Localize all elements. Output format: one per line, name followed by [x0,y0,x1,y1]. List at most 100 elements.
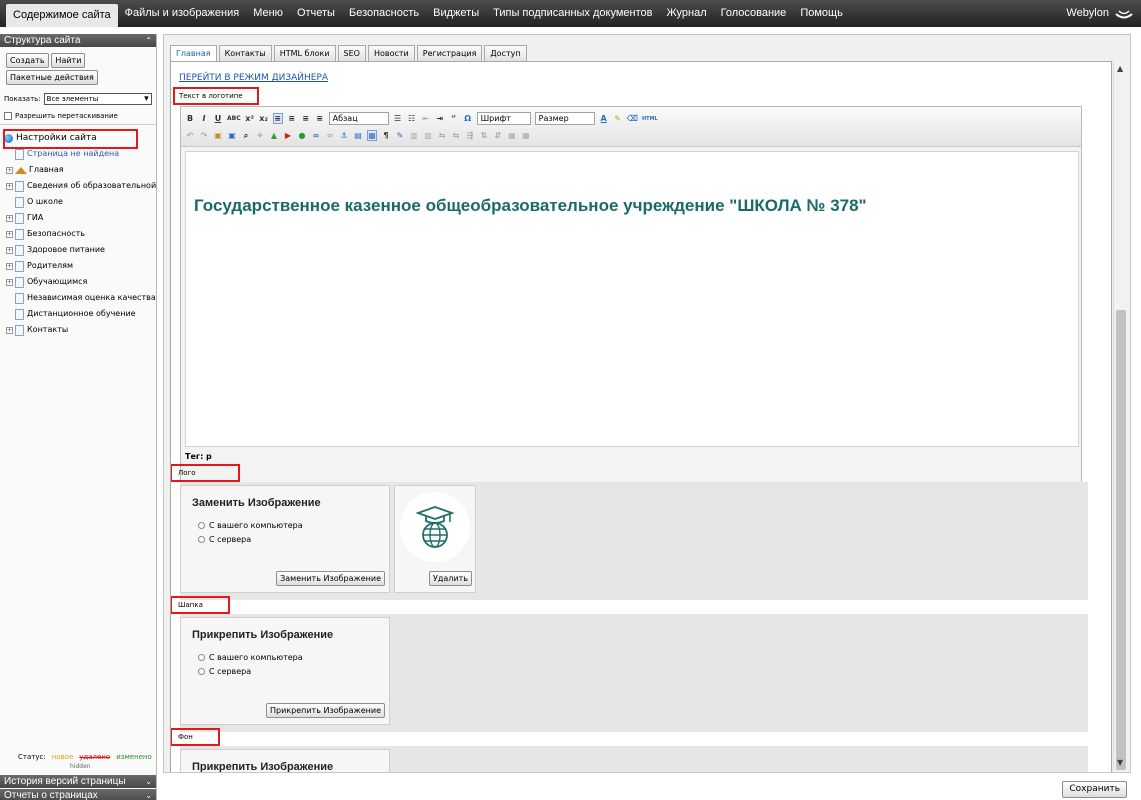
tab-news[interactable]: Новости [367,45,415,61]
vertical-scrollbar[interactable]: ▲ ▼ [1113,60,1127,772]
replace-image-button[interactable]: Заменить Изображение [276,571,385,586]
table-icon[interactable]: ▥ [409,131,419,140]
eraser-icon[interactable]: ⌫ [627,114,638,123]
tree-item-distance[interactable]: Дистанционное обучение [6,306,156,322]
align-left-button[interactable]: ≡ [272,113,283,124]
find-button[interactable]: Найти [51,53,86,68]
paste-word-icon[interactable]: ▣ [227,131,237,140]
menu-site-content[interactable]: Содержимое сайта [6,4,118,27]
anchor-icon[interactable]: ⚓ [339,131,349,140]
menu-files-images[interactable]: Файлы и изображения [118,0,247,27]
drag-checkbox[interactable] [4,112,12,120]
menu-menu[interactable]: Меню [246,0,290,27]
tab-registration[interactable]: Регистрация [416,45,483,61]
source-icon[interactable]: ▤ [353,131,363,140]
youtube-icon[interactable]: ▶ [283,131,293,140]
tab-access[interactable]: Доступ [484,45,527,61]
paste-icon[interactable]: ▣ [213,131,223,140]
outdent-icon[interactable]: ⇤ [421,114,431,123]
html-icon[interactable]: HTML [642,116,658,122]
tree-item-about[interactable]: О школе [6,194,156,210]
expand-icon[interactable]: + [6,262,13,270]
menu-journal[interactable]: Журнал [659,0,713,27]
table-cell-icon[interactable]: ⇅ [479,131,489,140]
size-select[interactable]: Размер [534,112,595,125]
find-replace-icon[interactable]: ⌕ [241,131,251,141]
strike-button[interactable]: ABC [227,115,241,122]
batch-actions-button[interactable]: Пакетные действия [6,70,98,85]
special-char-icon[interactable]: Ω [463,114,473,123]
bold-button[interactable]: B [185,114,195,123]
table-merge-icon[interactable]: ⇆ [451,131,461,140]
tree-item-quality[interactable]: Независимая оценка качества [6,290,156,306]
font-select[interactable]: Шрифт [476,112,531,125]
unlink-icon[interactable]: ∞ [325,131,335,140]
show-select[interactable]: Все элементы ▾ [43,93,152,105]
tab-seo[interactable]: SEO [337,45,366,61]
expand-icon[interactable]: + [6,214,13,222]
scrollbar-thumb[interactable] [1116,310,1126,770]
table-col-icon[interactable]: ⇆ [437,131,447,140]
sidebar-header[interactable]: Структура сайта ⌃ [0,34,156,47]
reports-panel-header[interactable]: Отчеты о страницах ⌄ [0,789,156,800]
table-split-icon[interactable]: ⇶ [465,131,475,140]
expand-icon[interactable]: + [6,326,13,334]
table-del-icon[interactable]: ⇵ [493,131,503,140]
indent-icon[interactable]: ⇥ [435,114,445,123]
expand-icon[interactable]: + [6,246,13,254]
tree-item-healthy-food[interactable]: + Здоровое питание [6,242,156,258]
menu-reports[interactable]: Отчеты [290,0,342,27]
attach-image-button[interactable]: Прикрепить Изображение [266,703,385,718]
underline-button[interactable]: U [213,114,223,123]
tab-html-blocks[interactable]: HTML блоки [273,45,336,61]
edit-icon[interactable]: ✎ [395,131,405,140]
tree-item-security[interactable]: + Безопасность [6,226,156,242]
menu-help[interactable]: Помощь [793,0,850,27]
logo-radio-server[interactable]: С сервера [198,535,251,544]
tree-item-parents[interactable]: + Родителям [6,258,156,274]
superscript-button[interactable]: x² [245,114,255,123]
align-center-button[interactable]: ≡ [287,114,297,123]
italic-button[interactable]: I [199,114,209,123]
menu-security[interactable]: Безопасность [342,0,426,27]
menu-voting[interactable]: Голосование [714,0,794,27]
scroll-up-icon[interactable]: ▲ [1117,64,1123,73]
history-panel-header[interactable]: История версий страницы ⌄ [0,775,156,788]
show-blocks-icon[interactable]: ▦ [367,130,377,141]
tree-item-home[interactable]: + Главная [6,162,156,178]
tree-item-info[interactable]: + Сведения об образовательной [6,178,156,194]
select-all-icon[interactable]: ✧ [255,131,265,140]
tree-item-students[interactable]: + Обучающимся [6,274,156,290]
menu-widgets[interactable]: Виджеты [426,0,486,27]
text-color-icon[interactable]: A [599,114,609,123]
expand-icon[interactable]: + [6,230,13,238]
image-icon[interactable]: ▲ [269,131,279,140]
scroll-down-icon[interactable]: ▼ [1117,758,1123,767]
brand[interactable]: Webylon [1066,0,1133,27]
editor-content[interactable]: Государственное казенное общеобразовател… [185,151,1079,447]
table-extra-icon[interactable]: ▦ [521,131,531,140]
table-row-icon[interactable]: ▥ [423,131,433,140]
subscript-button[interactable]: x₂ [259,114,269,123]
create-button[interactable]: Создать [6,53,49,68]
undo-icon[interactable]: ↶ [185,131,195,140]
delete-logo-button[interactable]: Удалить [429,571,472,586]
bullet-list-icon[interactable]: ☰ [393,114,403,123]
header-radio-computer[interactable]: С вашего компьютера [198,653,303,662]
number-list-icon[interactable]: ☷ [407,114,417,123]
expand-icon[interactable]: + [6,166,13,174]
paragraph-icon[interactable]: ¶ [381,131,391,140]
tree-item-contacts[interactable]: + Контакты [6,322,156,338]
save-button[interactable]: Сохранить [1062,781,1127,798]
collapse-icon[interactable]: ⌃ [145,34,152,47]
expand-icon[interactable]: + [6,278,13,286]
quote-icon[interactable]: “ [449,114,459,123]
redo-icon[interactable]: ↷ [199,131,209,140]
justify-button[interactable]: ≡ [315,114,325,123]
designer-mode-link[interactable]: ПЕРЕЙТИ В РЕЖИМ ДИЗАЙНЕРА [179,73,328,83]
link-icon[interactable]: ∞ [311,131,321,140]
menu-signed-doc-types[interactable]: Типы подписанных документов [486,0,659,27]
bg-color-icon[interactable]: ✎ [613,114,623,123]
logo-radio-computer[interactable]: С вашего компьютера [198,521,303,530]
format-select[interactable]: Абзац [328,112,389,125]
